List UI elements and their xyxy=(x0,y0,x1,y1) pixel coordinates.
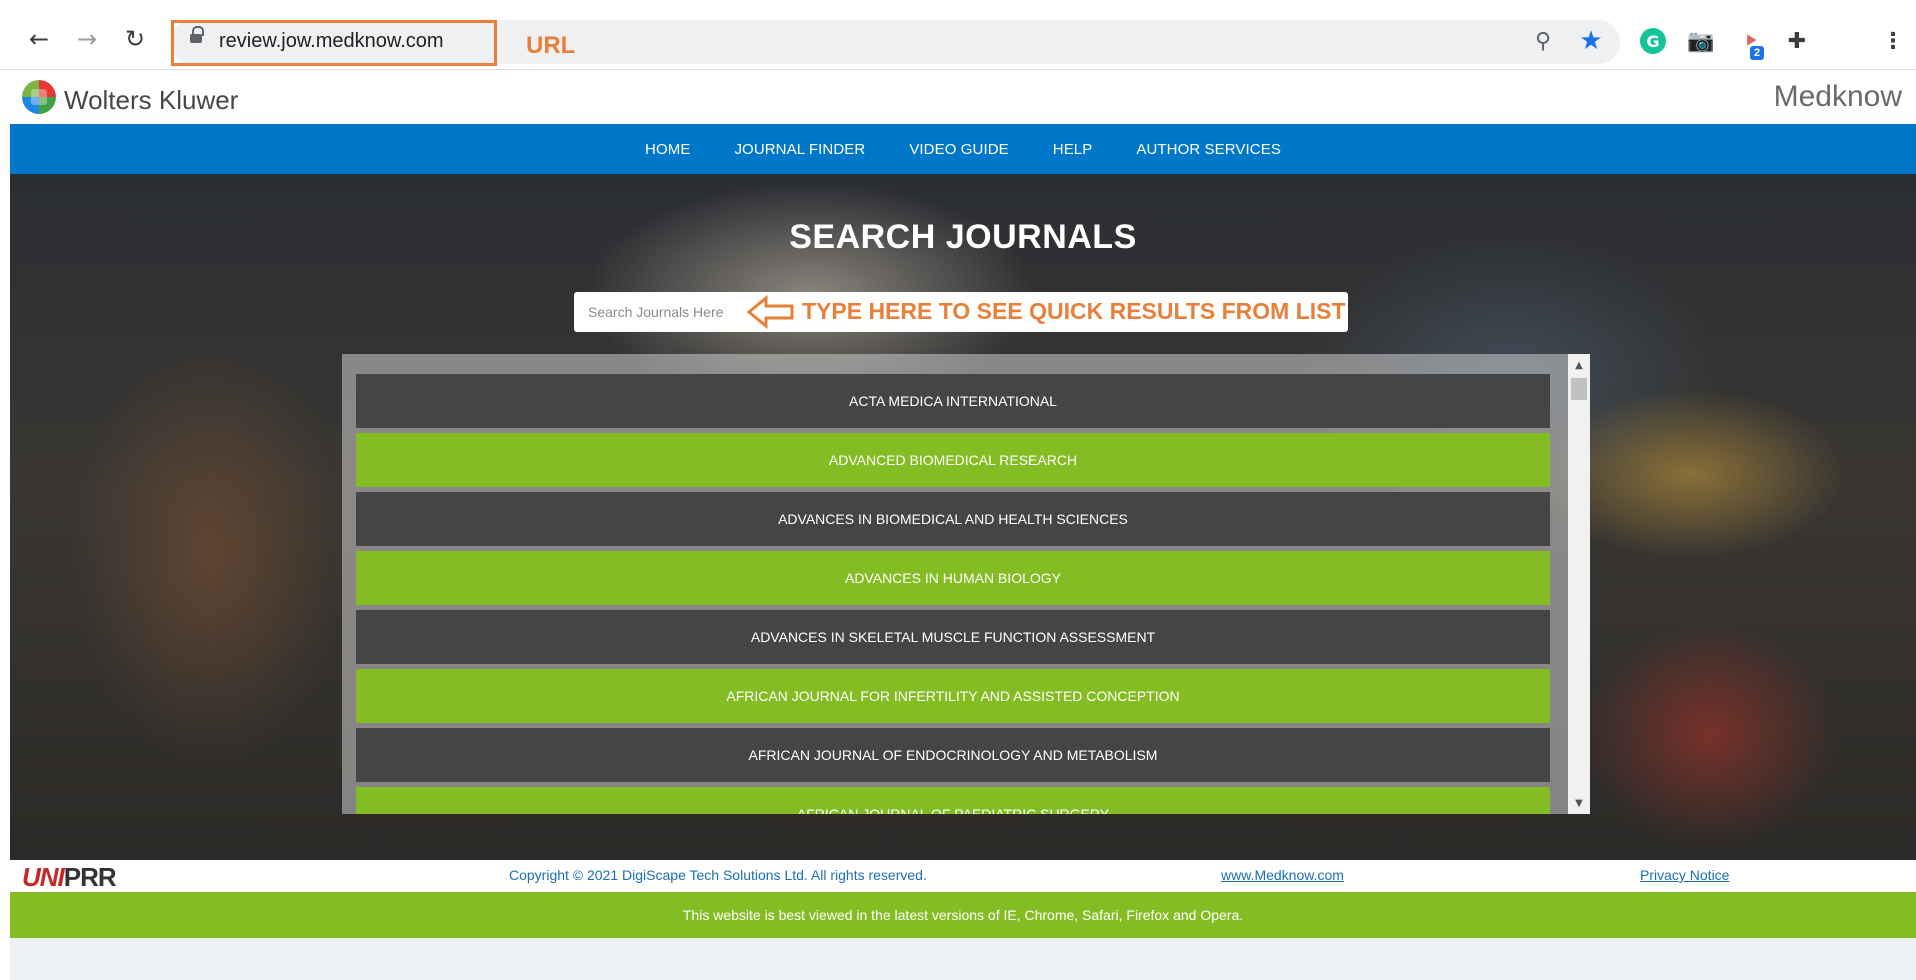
nav-home[interactable]: HOME xyxy=(645,141,690,158)
scroll-thumb[interactable] xyxy=(1571,378,1587,400)
url-annotation: URL xyxy=(526,32,576,59)
medknow-site-link[interactable]: www.Medknow.com xyxy=(1221,867,1344,883)
journal-item[interactable]: AFRICAN JOURNAL FOR INFERTILITY AND ASSI… xyxy=(356,669,1550,723)
wolters-kluwer-logo-icon[interactable] xyxy=(22,80,56,114)
journal-list-panel: ACTA MEDICA INTERNATIONAL ADVANCED BIOME… xyxy=(342,354,1590,814)
nav-help[interactable]: HELP xyxy=(1053,141,1093,158)
browser-menu-icon[interactable]: ⋮ xyxy=(1880,28,1906,54)
zoom-icon[interactable]: ⚲ xyxy=(1530,28,1556,54)
forward-arrow-icon[interactable]: → xyxy=(72,24,102,54)
journal-item[interactable]: ADVANCED BIOMEDICAL RESEARCH xyxy=(356,433,1550,487)
list-scrollbar[interactable]: ▲ ▼ xyxy=(1568,354,1590,814)
search-hero: SEARCH JOURNALS TYPE HERE TO SEE QUICK R… xyxy=(10,174,1916,860)
extensions-puzzle-icon[interactable]: ✚ xyxy=(1784,28,1810,54)
journal-list: ACTA MEDICA INTERNATIONAL ADVANCED BIOME… xyxy=(356,374,1550,814)
scroll-down-arrow-icon[interactable]: ▼ xyxy=(1568,794,1590,812)
arrow-left-icon xyxy=(746,294,794,330)
main-nav: HOME JOURNAL FINDER VIDEO GUIDE HELP AUT… xyxy=(10,124,1916,174)
journal-item[interactable]: ADVANCES IN SKELETAL MUSCLE FUNCTION ASS… xyxy=(356,610,1550,664)
logo-prr: PRR xyxy=(63,862,117,892)
journal-item[interactable]: ADVANCES IN BIOMEDICAL AND HEALTH SCIENC… xyxy=(356,492,1550,546)
browser-compat-note: This website is best viewed in the lates… xyxy=(10,892,1916,938)
search-annotation: TYPE HERE TO SEE QUICK RESULTS FROM LIST xyxy=(802,298,1346,324)
url-highlight-box xyxy=(171,20,497,66)
brand-name: Medknow xyxy=(1773,80,1902,113)
page-left-margin xyxy=(0,124,10,980)
uniprr-logo[interactable]: UNIPRR xyxy=(22,862,117,893)
journal-item[interactable]: ACTA MEDICA INTERNATIONAL xyxy=(356,374,1550,428)
nav-video-guide[interactable]: VIDEO GUIDE xyxy=(909,141,1008,158)
back-arrow-icon[interactable]: ← xyxy=(24,24,54,54)
search-box: TYPE HERE TO SEE QUICK RESULTS FROM LIST xyxy=(574,292,1348,332)
nav-author-services[interactable]: AUTHOR SERVICES xyxy=(1136,141,1281,158)
page-bottom xyxy=(10,938,1916,980)
nav-journal-finder[interactable]: JOURNAL FINDER xyxy=(734,141,865,158)
search-input[interactable] xyxy=(574,292,774,332)
reload-icon[interactable]: ↻ xyxy=(120,24,150,54)
camera-extension-icon[interactable]: 📷 xyxy=(1687,28,1714,54)
site-header xyxy=(0,70,1916,122)
page-title: SEARCH JOURNALS xyxy=(789,218,1137,256)
footer xyxy=(10,860,1916,892)
logo-uni: UNI xyxy=(22,862,65,892)
privacy-notice-link[interactable]: Privacy Notice xyxy=(1640,867,1729,883)
journal-item[interactable]: AFRICAN JOURNAL OF PAEDIATRIC SURGERY xyxy=(356,787,1550,814)
bookmark-star-icon[interactable]: ★ xyxy=(1578,26,1604,56)
scroll-up-arrow-icon[interactable]: ▲ xyxy=(1568,356,1590,374)
journal-item[interactable]: AFRICAN JOURNAL OF ENDOCRINOLOGY AND MET… xyxy=(356,728,1550,782)
grammarly-extension-icon[interactable]: G xyxy=(1640,28,1666,54)
journal-item[interactable]: ADVANCES IN HUMAN BIOLOGY xyxy=(356,551,1550,605)
copyright-text: Copyright © 2021 DigiScape Tech Solution… xyxy=(509,867,927,883)
logo-text[interactable]: Wolters Kluwer xyxy=(64,85,238,116)
extension-badge: 2 xyxy=(1750,46,1765,60)
